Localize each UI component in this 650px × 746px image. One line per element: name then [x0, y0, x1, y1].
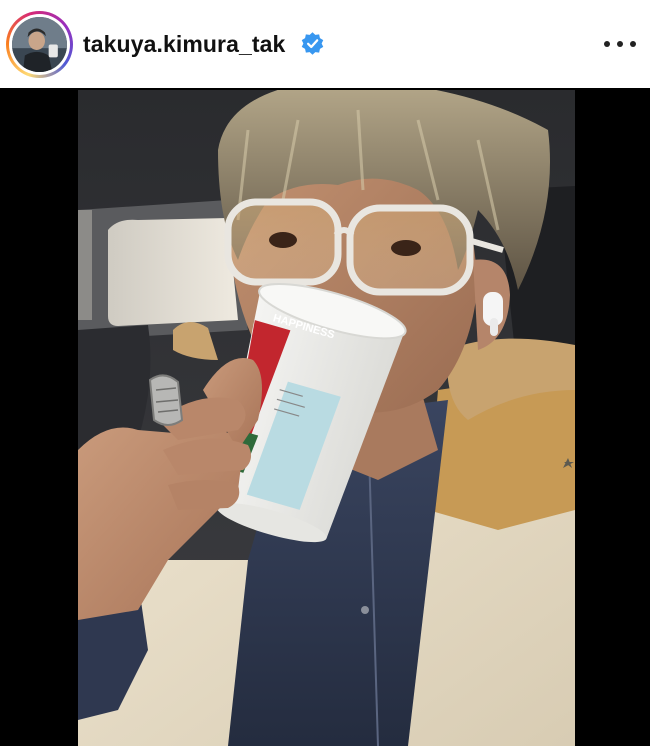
username[interactable]: takuya.kimura_tak	[83, 30, 285, 58]
verified-badge-icon	[301, 32, 324, 55]
selfie-photo: HAPPINESS	[78, 90, 575, 746]
post-photo[interactable]: HAPPINESS	[78, 90, 575, 746]
avatar-image	[12, 17, 67, 72]
avatar[interactable]	[12, 17, 67, 72]
more-options-icon[interactable]	[604, 34, 636, 54]
story-ring[interactable]	[6, 11, 73, 78]
post-header: takuya.kimura_tak	[0, 0, 650, 88]
post-media[interactable]: HAPPINESS	[0, 88, 650, 746]
